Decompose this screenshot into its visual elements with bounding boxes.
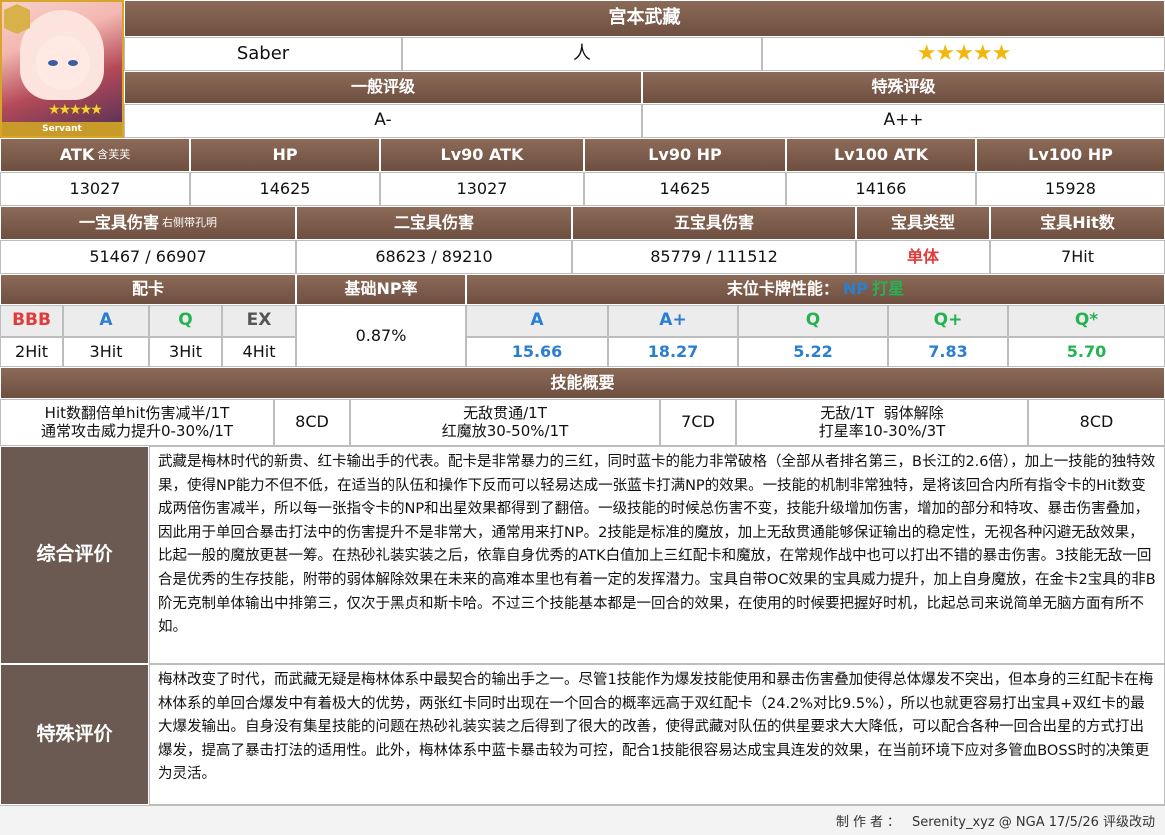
- card-hits-arts: 3Hit: [63, 337, 149, 367]
- portrait-eye: [48, 60, 58, 66]
- stat-value-lv90-hp: 14625: [584, 172, 786, 206]
- general-rating-label: 一般评级: [124, 71, 642, 104]
- skill2-cd: 7CD: [660, 399, 736, 446]
- np-hits-value: 7Hit: [990, 240, 1165, 274]
- servant-rarity: ★★★★★: [762, 37, 1165, 71]
- last-card-header: 末位卡牌性能： NP 打星: [466, 274, 1165, 305]
- skill3-line1: 无敌/1T 弱体解除: [820, 404, 944, 423]
- skills-header: 技能概要: [0, 367, 1165, 399]
- rarity-stars-icon: ★★★★★: [916, 41, 1012, 67]
- perf-label-q: Q: [738, 305, 888, 337]
- stat-header-lv90-atk: Lv90 ATK: [380, 138, 584, 172]
- perf-label-a: A: [466, 305, 608, 337]
- card-type-buster: BBB: [0, 305, 63, 337]
- stat-header-hp: HP: [190, 138, 380, 172]
- np1-note: 右侧带孔明: [162, 215, 217, 229]
- stat-header-lv100-atk: Lv100 ATK: [786, 138, 976, 172]
- perf-label-q-plus: Q+: [888, 305, 1008, 337]
- stat-value-lv90-atk: 13027: [380, 172, 584, 206]
- special-review-text: 梅林改变了时代，而武藏无疑是梅林体系中最契合的输出手之一。尽管1技能作为爆发技能…: [149, 664, 1165, 805]
- skill2-desc: 无敌贯通/1T 红魔放30-50%/1T: [350, 399, 660, 446]
- credit-text: Serenity_xyz @ NGA 17/5/26 评级改动: [912, 815, 1155, 830]
- skill1-desc: Hit数翻倍单hit伤害减半/1T 通常攻击威力提升0-30%/1T: [0, 399, 274, 446]
- overall-review-text: 武藏是梅林时代的新贵、红卡输出手的代表。配卡是非常暴力的三红，同时蓝卡的能力非常…: [149, 446, 1165, 664]
- last-card-header-label: 末位卡牌性能：: [726, 279, 839, 299]
- servant-card-label: Servant: [2, 122, 122, 136]
- servant-name: 宫本武藏: [124, 0, 1165, 37]
- stat-header-atk-label: ATK: [59, 144, 95, 164]
- stat-header-lv100-hp: Lv100 HP: [976, 138, 1165, 172]
- np5-header: 五宝具伤害: [572, 206, 856, 240]
- special-rating-label: 特殊评级: [642, 71, 1165, 104]
- perf-label-q-star: Q*: [1008, 305, 1165, 337]
- card-type-extra: EX: [222, 305, 296, 337]
- stat-value-lv100-hp: 15928: [976, 172, 1165, 206]
- base-np-value: 0.87%: [296, 305, 466, 367]
- overall-review-label: 综合评价: [0, 446, 149, 664]
- skill1-cd: 8CD: [274, 399, 350, 446]
- stat-value-hp: 14625: [190, 172, 380, 206]
- skill1-line1: Hit数翻倍单hit伤害减半/1T: [44, 404, 230, 423]
- skill3-desc: 无敌/1T 弱体解除 打星率10-30%/3T: [736, 399, 1028, 446]
- perf-value-q: 5.22: [738, 337, 888, 367]
- special-rating-value: A++: [642, 104, 1165, 138]
- portrait-eye: [68, 60, 78, 66]
- atk-note: 含芙芙: [97, 147, 131, 161]
- cards-header: 配卡: [0, 274, 296, 305]
- skill3-cd: 8CD: [1028, 399, 1165, 446]
- stat-value-atk: 13027: [0, 172, 190, 206]
- card-type-arts: A: [63, 305, 149, 337]
- general-rating-value: A-: [124, 104, 642, 138]
- skill2-line1: 无敌贯通/1T: [463, 404, 547, 423]
- card-hits-extra: 4Hit: [222, 337, 296, 367]
- saber-class-icon: [4, 4, 30, 34]
- perf-value-q-plus: 7.83: [888, 337, 1008, 367]
- np2-value: 68623 / 89210: [296, 240, 572, 274]
- np-type-header: 宝具类型: [856, 206, 990, 240]
- np1-header: 一宝具伤害 右侧带孔明: [0, 206, 296, 240]
- card-type-quick: Q: [149, 305, 222, 337]
- np-type-value: 单体: [856, 240, 990, 274]
- perf-value-q-star: 5.70: [1008, 337, 1165, 367]
- np1-value: 51467 / 66907: [0, 240, 296, 274]
- perf-label-a-plus: A+: [608, 305, 738, 337]
- portrait-stars: ★★★★★: [48, 102, 103, 118]
- skill3-line2: 打星率10-30%/3T: [818, 421, 946, 440]
- np5-value: 85779 / 111512: [572, 240, 856, 274]
- portrait-face: [36, 36, 90, 90]
- servant-class: Saber: [124, 37, 402, 71]
- perf-value-a: 15.66: [466, 337, 608, 367]
- perf-value-a-plus: 18.27: [608, 337, 738, 367]
- np2-header: 二宝具伤害: [296, 206, 572, 240]
- special-review-label: 特殊评价: [0, 664, 149, 805]
- stat-value-lv100-atk: 14166: [786, 172, 976, 206]
- np1-header-label: 一宝具伤害: [78, 212, 159, 232]
- servant-portrait: ★★★★★ Servant: [0, 0, 124, 138]
- stat-header-lv90-hp: Lv90 HP: [584, 138, 786, 172]
- base-np-header: 基础NP率: [296, 274, 466, 305]
- np-hits-header: 宝具Hit数: [990, 206, 1165, 240]
- legend-np: NP: [842, 279, 869, 299]
- skill2-line2: 红魔放30-50%/1T: [441, 421, 569, 440]
- skill1-line2: 通常攻击威力提升0-30%/1T: [40, 421, 234, 440]
- legend-star: 打星: [872, 279, 905, 299]
- footer-credit: 制作者： Serenity_xyz @ NGA 17/5/26 评级改动: [0, 805, 1165, 835]
- card-hits-buster: 2Hit: [0, 337, 63, 367]
- stat-header-atk: ATK 含芙芙: [0, 138, 190, 172]
- maker-label: 制作者：: [835, 815, 904, 830]
- servant-attribute: 人: [402, 37, 762, 71]
- card-hits-quick: 3Hit: [149, 337, 222, 367]
